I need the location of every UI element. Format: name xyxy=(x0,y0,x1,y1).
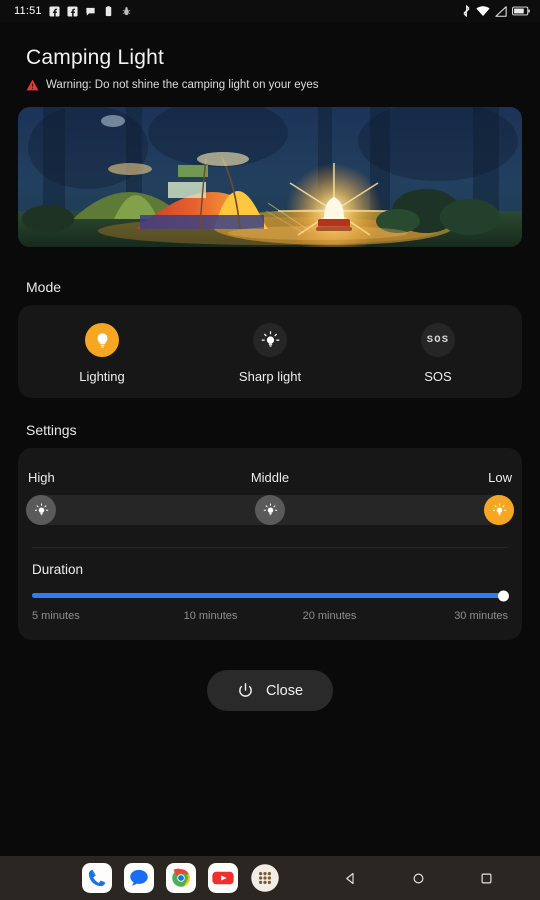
settings-section-label: Settings xyxy=(26,422,77,438)
clipboard-icon xyxy=(105,5,111,16)
home-icon[interactable] xyxy=(384,871,452,886)
mode-section-label: Mode xyxy=(26,279,62,295)
close-button-label: Close xyxy=(265,682,304,699)
settings-card: High Middle Low Duration 5 minutes 10 mi… xyxy=(18,448,522,640)
dock-apps xyxy=(82,863,280,893)
page-title: Camping Light xyxy=(26,46,165,69)
bright-lightbulb-icon xyxy=(253,323,287,357)
wifi-icon xyxy=(476,5,490,16)
settings-section: Settings High Middle Low Duration 5 minu… xyxy=(0,422,540,640)
mode-card: Lighting Sharp light SOS SOS xyxy=(18,305,522,398)
mode-option-sos[interactable]: SOS SOS xyxy=(354,323,522,384)
bug-report-icon xyxy=(122,6,130,15)
status-bar-right xyxy=(462,5,530,17)
brightness-label-high: High xyxy=(28,470,55,485)
system-dock xyxy=(0,856,540,900)
mode-option-label: SOS xyxy=(424,369,452,384)
sos-icon: SOS xyxy=(421,323,455,357)
duration-slider-track[interactable] xyxy=(32,590,509,601)
mode-options: Lighting Sharp light SOS SOS xyxy=(18,305,522,398)
navigation-buttons xyxy=(316,871,520,886)
duration-tick: 30 minutes xyxy=(454,610,508,622)
brightness-label-low: Low xyxy=(488,470,512,485)
brightness-knob-middle[interactable] xyxy=(255,495,285,525)
duration-tick: 10 minutes xyxy=(183,610,238,622)
mode-section: Mode Lighting Sharp light SOS SOS xyxy=(0,279,540,398)
status-bar: 11:51 xyxy=(0,0,540,22)
brightness-knob-low[interactable] xyxy=(484,495,514,525)
mode-option-label: Sharp light xyxy=(238,369,302,384)
recents-icon[interactable] xyxy=(452,871,520,886)
status-bar-left: 11:51 xyxy=(14,5,132,17)
app-drawer-icon[interactable] xyxy=(250,863,280,893)
duration-tick-labels: 5 minutes 10 minutes 20 minutes 30 minut… xyxy=(18,598,522,640)
brightness-selector[interactable] xyxy=(18,485,522,525)
chrome-icon[interactable] xyxy=(166,863,196,893)
brightness-label-middle: Middle xyxy=(250,470,290,485)
battery-icon xyxy=(512,6,530,16)
facebook-icon xyxy=(49,5,60,17)
phone-icon[interactable] xyxy=(82,863,112,893)
page-header: Camping Light Warning: Do not shine the … xyxy=(0,22,540,91)
mode-option-lighting[interactable]: Lighting xyxy=(18,323,186,384)
lightbulb-icon xyxy=(85,323,119,357)
duration-slider[interactable] xyxy=(18,577,522,601)
power-icon xyxy=(239,683,252,697)
brightness-knob-high[interactable] xyxy=(26,495,56,525)
back-icon[interactable] xyxy=(316,871,384,886)
facebook-icon xyxy=(67,5,78,17)
brightness-track[interactable] xyxy=(26,495,514,525)
duration-tick: 20 minutes xyxy=(302,610,357,622)
brightness-labels: High Middle Low xyxy=(18,448,522,485)
messenger-icon xyxy=(86,7,95,16)
hero-image xyxy=(18,107,522,247)
signal-icon xyxy=(495,5,507,17)
duration-title: Duration xyxy=(32,562,84,577)
mode-option-sharp-light[interactable]: Sharp light xyxy=(186,323,354,384)
warning-text: Warning: Do not shine the camping light … xyxy=(46,79,319,91)
duration-tick: 5 minutes xyxy=(32,610,80,622)
bluetooth-icon xyxy=(463,5,470,17)
camping-scene-illustration xyxy=(18,107,522,247)
messages-icon[interactable] xyxy=(124,863,154,893)
warning-banner: Warning: Do not shine the camping light … xyxy=(26,79,514,91)
warning-triangle-icon xyxy=(26,79,39,91)
close-button-row: Close xyxy=(0,670,540,711)
sos-icon-text: SOS xyxy=(426,334,450,346)
app-screen: 11:51 Camping Light Warning: Do not shin… xyxy=(0,0,540,900)
mode-option-label: Lighting xyxy=(79,369,125,384)
youtube-icon[interactable] xyxy=(208,863,238,893)
duration-slider-thumb[interactable] xyxy=(498,590,509,601)
duration-slider-fill xyxy=(32,593,508,598)
status-time: 11:51 xyxy=(14,5,42,17)
close-button[interactable]: Close xyxy=(206,670,334,711)
